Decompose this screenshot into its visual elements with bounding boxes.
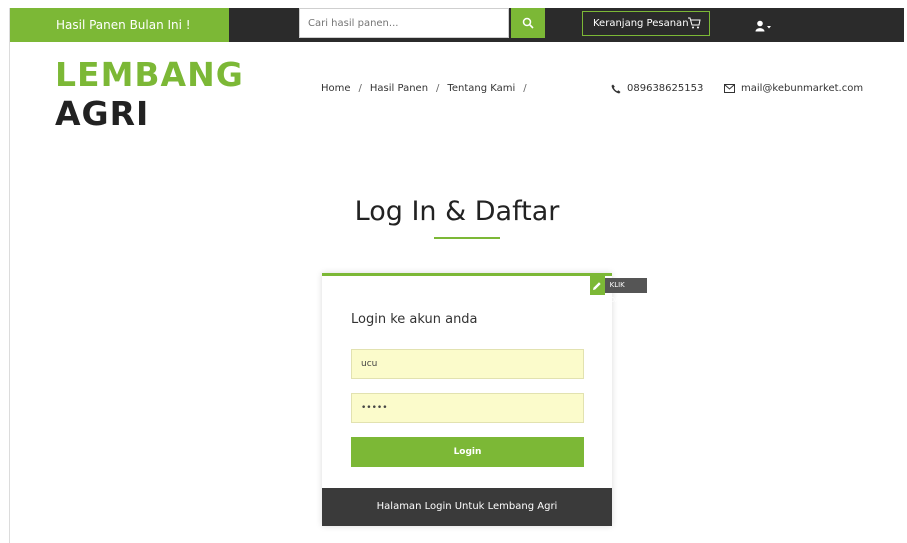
- user-menu-button[interactable]: [755, 17, 773, 36]
- title-underline: [434, 237, 500, 239]
- search-button[interactable]: [511, 8, 545, 38]
- user-icon: [755, 20, 771, 32]
- register-label: KLIK DAFTAR: [604, 278, 648, 304]
- breadcrumb-nav: Home / Hasil Panen / Tentang Kami /: [321, 83, 527, 94]
- top-bar: Hasil Panen Bulan Ini ! Keranjang Pesana…: [10, 8, 904, 42]
- cart-button[interactable]: Keranjang Pesanan: [582, 11, 710, 36]
- harvest-promo-link[interactable]: Hasil Panen Bulan Ini !: [10, 8, 229, 42]
- phone-icon: [611, 84, 621, 93]
- nav-separator: /: [436, 83, 440, 94]
- login-heading: Login ke akun anda: [351, 312, 478, 327]
- nav-harvest[interactable]: Hasil Panen: [370, 83, 428, 94]
- nav-separator: /: [523, 83, 527, 94]
- cart-label: Keranjang Pesanan: [593, 18, 689, 29]
- username-field[interactable]: ucu: [351, 349, 584, 379]
- email-address[interactable]: mail@kebunmarket.com: [741, 83, 863, 94]
- search-input[interactable]: [299, 8, 509, 38]
- nav-home[interactable]: Home: [321, 83, 351, 94]
- search-icon: [522, 17, 534, 29]
- envelope-icon: [724, 84, 735, 93]
- login-button[interactable]: Login: [351, 437, 584, 467]
- cart-icon: [688, 17, 701, 29]
- page-title: Log In & Daftar: [354, 196, 560, 227]
- login-card: KLIK DAFTAR Login ke akun anda ucu •••••…: [322, 273, 648, 526]
- pencil-icon: [590, 276, 605, 295]
- logo-line-1[interactable]: LEMBANG: [55, 55, 244, 94]
- password-field[interactable]: •••••: [351, 393, 584, 423]
- register-toggle[interactable]: KLIK DAFTAR: [590, 276, 648, 304]
- email-contact: mail@kebunmarket.com: [724, 83, 863, 94]
- nav-separator: /: [358, 83, 362, 94]
- phone-contact: 089638625153: [611, 83, 703, 94]
- login-card-footer: Halaman Login Untuk Lembang Agri: [322, 488, 612, 526]
- page-frame: Hasil Panen Bulan Ini ! Keranjang Pesana…: [9, 8, 904, 543]
- nav-about[interactable]: Tentang Kami: [447, 83, 515, 94]
- logo-line-2[interactable]: AGRI: [55, 94, 149, 133]
- phone-number: 089638625153: [627, 83, 704, 94]
